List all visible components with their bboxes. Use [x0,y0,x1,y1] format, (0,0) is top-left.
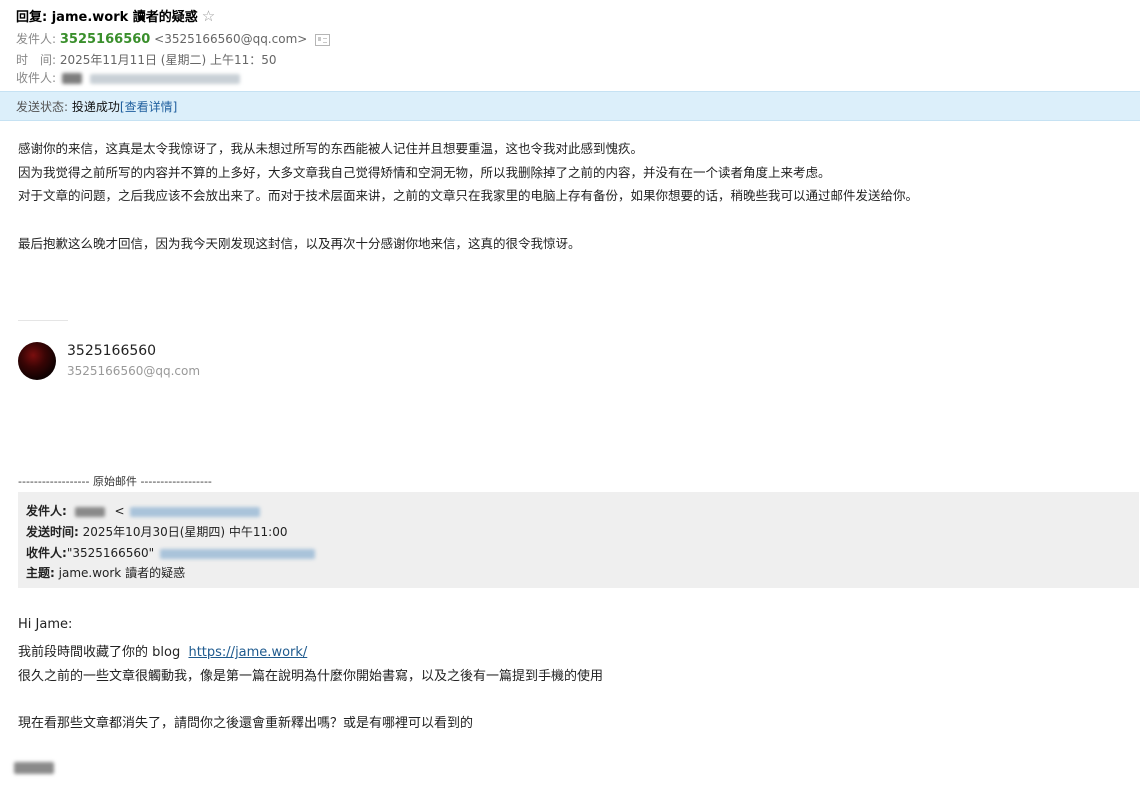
redacted-sender-name [74,506,105,517]
original-line-2: 很久之前的一些文章很觸動我，像是第一篇在說明為什麼你開始書寫，以及之後有一篇提到… [18,669,604,684]
redacted-recipient-name [61,73,82,84]
original-subject-label: 主题: [26,566,55,580]
original-to-value: "3525166560" [66,546,155,560]
star-icon[interactable]: ☆ [202,7,215,25]
mail-header: 回复: jame.work 讀者的疑惑 ☆ 发件人: 3525166560 <35… [0,0,1140,90]
original-subject-row: 主题: jame.work 讀者的疑惑 [26,564,185,581]
signature-name: 3525166560 [67,343,157,359]
time-value: 2025年11月11日 (星期二) 上午11：50 [59,53,277,67]
original-time-value: 2025年10月30日(星期四) 中午11:00 [82,525,288,539]
original-to-label: 收件人: [26,546,67,560]
signature-email: 3525166560@qq.com [67,364,201,378]
reply-line: 感谢你的来信，这真是太令我惊讶了，我从未想过所写的东西能被人记住并且想要重温，这… [18,141,644,156]
original-time-label: 发送时间: [26,525,79,539]
redacted-recipient-email [89,73,240,84]
original-subject-value: jame.work 讀者的疑惑 [58,566,186,580]
contact-card-icon[interactable] [315,33,331,46]
original-to-row: 收件人:"3525166560" [26,544,316,561]
avatar[interactable] [18,342,56,380]
mail-subject: 回复: jame.work 讀者的疑惑 ☆ [16,6,215,25]
send-status-label: 发送状态: [16,100,69,114]
from-label: 发件人: [16,32,57,46]
to-row: 收件人: [16,69,240,86]
reply-line: 对于文章的问题，之后我应该不会放出来了。而对于技术层面来讲，之前的文章只在我家里… [18,188,919,203]
original-line-1-text: 我前段時間收藏了你的 blog [18,645,181,660]
original-from-row: 发件人: < [26,502,261,519]
original-from-label: 发件人: [26,504,67,518]
reply-line: 最后抱歉这么晚才回信，因为我今天刚发现这封信，以及再次十分感谢你地来信，这真的很… [18,236,581,251]
time-row: 时 间: 2025年11月11日 (星期二) 上午11：50 [16,51,277,68]
redacted-recipient-address [160,548,316,559]
original-line-3: 現在看那些文章都消失了，請問你之後還會重新釋出嗎？或是有哪裡可以看到的 [18,716,474,731]
original-from-bracket: < [114,504,125,518]
time-label: 时 间: [16,53,57,67]
original-mail-separator: ------------------ 原始邮件 ----------------… [18,475,212,488]
sender-name[interactable]: 3525166560 [60,32,150,47]
redacted-signoff [14,762,54,774]
sender-email: <3525166560@qq.com> [154,32,308,46]
original-line-1: 我前段時間收藏了你的 blog https://jame.work/ [18,641,307,660]
original-time-row: 发送时间: 2025年10月30日(星期四) 中午11:00 [26,523,287,540]
to-label: 收件人: [16,71,57,85]
original-greeting: Hi Jame: [18,617,73,632]
view-details-link[interactable]: [查看详情] [120,100,177,114]
from-row: 发件人: 3525166560 <3525166560@qq.com> [16,30,331,47]
reply-line: 因为我觉得之前所写的内容并不算的上多好，大多文章我自己觉得矫情和空洞无物，所以我… [18,165,831,180]
redacted-sender-email [130,506,261,517]
send-status-value: 投递成功 [71,100,120,114]
original-mail-meta: 发件人: < 发送时间: 2025年10月30日(星期四) 中午11:00 收件… [18,492,1139,588]
send-status-bar: 发送状态: 投递成功[查看详情] [0,91,1140,121]
signature-divider [18,320,68,321]
subject-text: 回复: jame.work 讀者的疑惑 [16,10,198,25]
blog-link[interactable]: https://jame.work/ [188,645,307,660]
